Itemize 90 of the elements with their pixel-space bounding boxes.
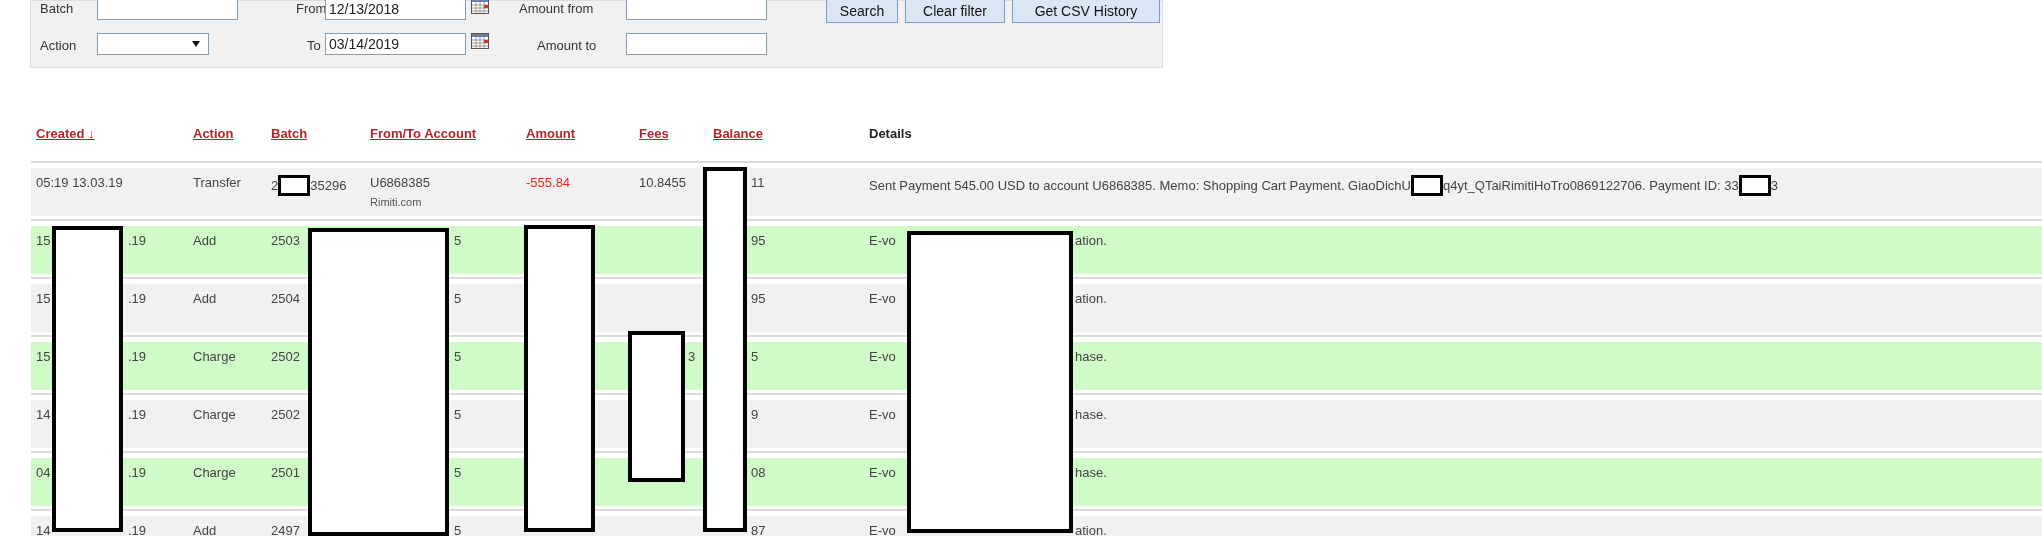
redaction-box xyxy=(1410,175,1443,196)
input-field[interactable] xyxy=(97,0,238,20)
field-label: From xyxy=(296,0,327,18)
cell-text: 15 xyxy=(36,233,51,249)
cell-text: -555.84 xyxy=(526,175,571,191)
cell-text: 2504 xyxy=(271,291,300,307)
column-header: Details xyxy=(869,125,912,143)
cell-text: 11 xyxy=(751,175,765,191)
redaction-box xyxy=(278,175,311,196)
cell-text: 2502 xyxy=(271,407,300,423)
cell-text: Charge xyxy=(193,407,236,423)
cell-text: ation. xyxy=(1075,291,1107,307)
column-header-link[interactable]: Batch xyxy=(271,124,308,144)
column-header-link[interactable]: Fees xyxy=(639,124,669,144)
cell-text: E-vo xyxy=(869,291,896,307)
cell-text: Charge xyxy=(193,349,236,365)
cell-text: E-vo xyxy=(869,233,896,249)
field-label: Action xyxy=(40,37,77,55)
cell-text: 87 xyxy=(751,523,766,536)
cell-text: ation. xyxy=(1075,233,1107,249)
cell-text: 08 xyxy=(751,465,766,481)
cell-text: Transfer xyxy=(193,175,241,191)
cell-text: Add xyxy=(193,523,217,536)
date-field[interactable]: 12/13/2018 xyxy=(325,0,466,20)
cell-text: 15 xyxy=(36,291,51,307)
dropdown-arrow-icon xyxy=(192,41,200,47)
cell-text: hase. xyxy=(1075,465,1107,481)
cell-text: 3 xyxy=(688,349,696,365)
redaction-box xyxy=(1738,175,1771,196)
button[interactable]: Get CSV History xyxy=(1012,0,1160,23)
cell-text: 5 xyxy=(454,291,462,307)
field-label: Amount from xyxy=(519,0,594,18)
cell-text: .19 xyxy=(128,291,147,307)
cell-text: E-vo xyxy=(869,465,896,481)
cell-text: Add xyxy=(193,291,217,307)
column-header-link[interactable]: From/To Account xyxy=(370,124,477,144)
field-label: To xyxy=(307,37,321,55)
cell-text: .19 xyxy=(128,523,147,536)
cell-text: ation. xyxy=(1075,523,1107,536)
dropdown[interactable] xyxy=(97,33,209,55)
date-field[interactable]: 03/14/2019 xyxy=(325,33,466,55)
calendar-icon[interactable] xyxy=(471,33,489,49)
cell-text: .19 xyxy=(128,407,147,423)
column-header-link[interactable]: Balance xyxy=(713,124,763,144)
cell-text: 2502 xyxy=(271,349,300,365)
cell-text: .19 xyxy=(128,349,147,365)
cell-text: 3 xyxy=(1770,177,1778,194)
cell-text: 2 xyxy=(271,177,279,194)
cell-text: 2497 xyxy=(271,523,300,536)
calendar-icon[interactable] xyxy=(471,0,489,14)
button[interactable]: Search xyxy=(826,0,898,23)
cell-subtext: Rimiti.com xyxy=(370,195,422,210)
cell-text: E-vo xyxy=(869,523,896,536)
cell-text: E-vo xyxy=(869,407,896,423)
cell-text: .19 xyxy=(128,465,147,481)
cell-text: hase. xyxy=(1075,349,1107,365)
cell-text: 2503 xyxy=(271,233,300,249)
field-label: Batch xyxy=(40,0,74,18)
cell-text: .19 xyxy=(128,233,147,249)
cell-text: 5 xyxy=(454,233,462,249)
cell-text: 5 xyxy=(454,407,462,423)
cell-text: E-vo xyxy=(869,349,896,365)
input-field[interactable] xyxy=(626,33,767,55)
column-header-link[interactable]: Created ↓ xyxy=(36,124,95,144)
cell-text: 10.8455 xyxy=(639,175,686,191)
cell-text: Add xyxy=(193,233,217,249)
cell-text: 95 xyxy=(751,233,766,249)
cell-text: Charge xyxy=(193,465,236,481)
cell-text: U6868385 xyxy=(370,175,430,191)
column-header-link[interactable]: Action xyxy=(193,124,234,144)
cell-text: 95 xyxy=(751,291,766,307)
cell-text: 15 xyxy=(36,349,51,365)
cell-text: 2501 xyxy=(271,465,300,481)
column-header-link[interactable]: Amount xyxy=(526,124,576,144)
cell-text: 9 xyxy=(751,407,759,423)
cell-text: 35296 xyxy=(310,177,347,194)
button[interactable]: Clear filter xyxy=(905,0,1005,23)
cell-text: q4yt_QTaiRimitiHoTro0869122706. Payment ID: 33 xyxy=(1442,177,1739,194)
cell-text: hase. xyxy=(1075,407,1107,423)
cell-text: 5 xyxy=(454,523,462,536)
cell-text: 5 xyxy=(454,349,462,365)
cell-text: 14 xyxy=(36,407,51,423)
cell-text: 05:19 13.03.19 xyxy=(36,175,123,191)
cell-text: 5 xyxy=(454,465,462,481)
cell-text: 04 xyxy=(36,465,51,481)
field-label: Amount to xyxy=(537,37,597,55)
cell-text: 14 xyxy=(36,523,51,536)
cell-text: 5 xyxy=(751,349,759,365)
input-field[interactable] xyxy=(626,0,767,20)
cell-text: Sent Payment 545.00 USD to account U6868385. Memo: Shopping Cart Payment. GiaoDichU xyxy=(869,177,1411,194)
